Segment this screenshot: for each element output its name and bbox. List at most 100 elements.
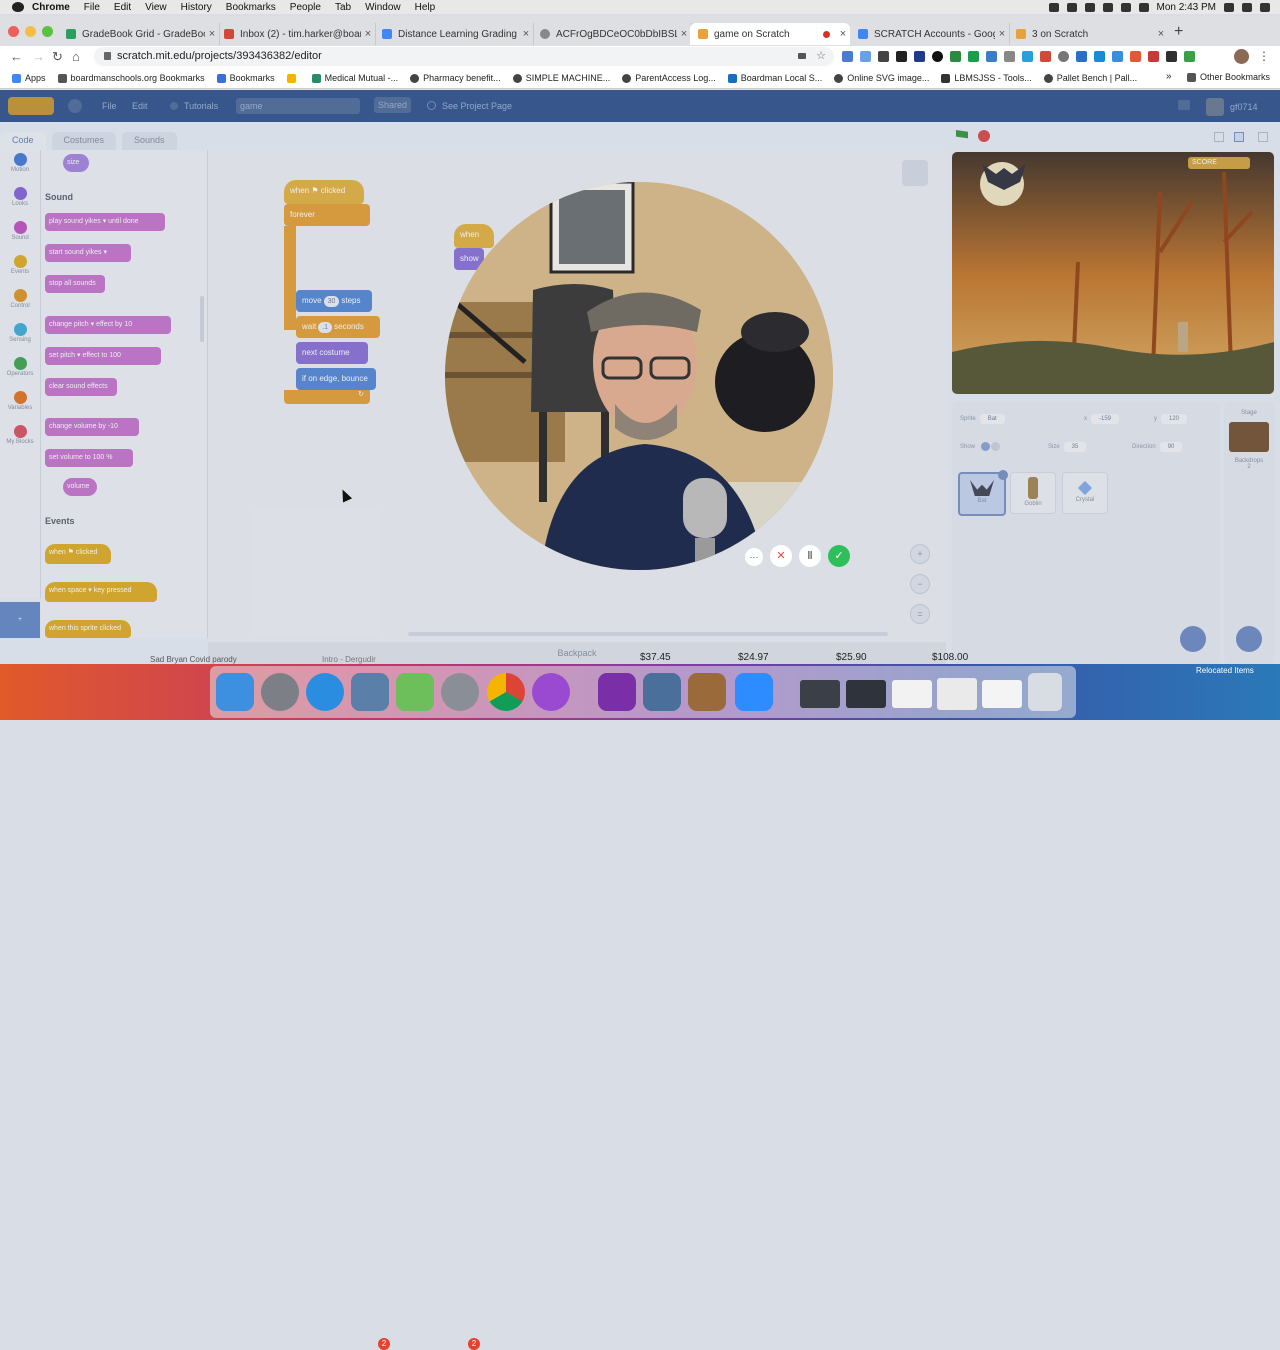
tab-code[interactable]: Code <box>0 132 46 150</box>
screen-icon[interactable] <box>1066 2 1077 12</box>
extension-icon[interactable] <box>1040 51 1051 62</box>
palette-block[interactable]: change pitch ▾ effect by 10 <box>45 316 171 334</box>
bookmark-item[interactable]: ParentAccess Log... <box>622 73 716 83</box>
zoom-in-button[interactable]: + <box>910 544 930 564</box>
normal-stage-icon[interactable] <box>1234 132 1244 142</box>
extension-icon[interactable] <box>1112 51 1123 62</box>
menu-app-name[interactable]: Chrome <box>32 2 70 13</box>
window-thumb-5-icon[interactable] <box>982 680 1022 708</box>
pause-icon[interactable]: ‖ <box>799 545 821 567</box>
extension-icon[interactable] <box>950 51 961 62</box>
scratch-logo[interactable] <box>8 97 54 115</box>
bookmark-item[interactable]: boardmanschools.org Bookmarks <box>57 73 205 83</box>
mic-icon[interactable] <box>1048 2 1059 12</box>
extension-icon[interactable] <box>914 51 925 62</box>
category-events[interactable]: Events <box>0 255 40 286</box>
workspace-scrollbar[interactable] <box>408 632 888 636</box>
notification-icon[interactable] <box>1260 2 1270 12</box>
safari-icon[interactable] <box>306 673 344 711</box>
palette-block[interactable]: change volume by -10 <box>45 418 139 436</box>
palette-block-volume[interactable]: volume <box>63 478 97 496</box>
back-icon[interactable]: ← <box>10 49 23 64</box>
address-bar[interactable]: scratch.mit.edu/projects/393436382/edito… <box>94 47 834 66</box>
extension-icon[interactable] <box>860 51 871 62</box>
browser-tab[interactable]: SCRATCH Accounts - Google D× <box>850 23 1010 45</box>
category-my-blocks[interactable]: My Blocks <box>0 425 40 456</box>
extension-icon[interactable] <box>1004 51 1015 62</box>
menu-file[interactable]: File <box>84 2 100 13</box>
palette-block[interactable]: clear sound effects <box>45 378 117 396</box>
extension-icon[interactable] <box>1094 51 1105 62</box>
scratch-menu-edit[interactable]: Edit <box>132 101 148 111</box>
extension-icon[interactable] <box>878 51 889 62</box>
tab-costumes[interactable]: Costumes <box>51 132 117 150</box>
extension-icon[interactable] <box>1166 51 1177 62</box>
extension-icon[interactable] <box>1058 51 1069 62</box>
siri-icon[interactable] <box>1242 2 1252 12</box>
bookmark-item[interactable]: Medical Mutual -... <box>311 73 398 83</box>
category-looks[interactable]: Looks <box>0 187 40 218</box>
preview-icon[interactable] <box>351 673 389 711</box>
palette-block[interactable]: stop all sounds <box>45 275 105 293</box>
palette-block-when-key[interactable]: when space ▾ key pressed <box>45 582 157 602</box>
script-move-block[interactable]: move 30 steps <box>296 290 372 312</box>
scratch-menu-tutorials[interactable]: Tutorials <box>184 101 218 111</box>
zoom-out-button[interactable]: − <box>910 574 930 594</box>
window-thumb-4-icon[interactable] <box>937 678 977 710</box>
bookmark-item[interactable]: Boardman Local S... <box>727 73 822 83</box>
category-motion[interactable]: Motion <box>0 153 40 184</box>
extension-icon[interactable] <box>1130 51 1141 62</box>
close-tab-icon[interactable]: × <box>677 28 691 40</box>
finder-icon[interactable] <box>216 673 254 711</box>
browser-tab-active[interactable]: game on Scratch × <box>690 23 850 45</box>
close-icon[interactable]: ✕ <box>770 545 792 567</box>
apple-icon[interactable] <box>12 2 24 12</box>
volume-icon[interactable] <box>1138 2 1149 12</box>
show-hidden-icon[interactable] <box>991 442 1001 451</box>
launchpad-icon[interactable] <box>261 673 299 711</box>
script-next-costume-block[interactable]: next costume <box>296 342 368 364</box>
browser-menu-icon[interactable]: ⋮ <box>1258 49 1270 63</box>
fullscreen-icon[interactable] <box>1258 132 1268 142</box>
chrome-icon[interactable] <box>487 673 525 711</box>
see-project-page-button[interactable]: See Project Page <box>442 101 512 111</box>
x-input[interactable]: -159 <box>1091 414 1120 424</box>
add-backdrop-button[interactable] <box>1236 626 1262 652</box>
other-bookmarks[interactable]: Other Bookmarks <box>1186 72 1270 82</box>
close-tab-icon[interactable]: × <box>361 28 375 40</box>
system-preferences-icon[interactable] <box>441 673 479 711</box>
relocated-items-label[interactable]: Relocated Items <box>1196 666 1254 675</box>
bookmarks-overflow-icon[interactable]: » <box>1166 71 1172 82</box>
extension-icon[interactable] <box>1184 51 1195 62</box>
check-icon[interactable]: ✓ <box>828 545 850 567</box>
small-stage-icon[interactable] <box>1214 132 1224 142</box>
category-variables[interactable]: Variables <box>0 391 40 422</box>
menu-history[interactable]: History <box>181 2 212 13</box>
wait-seconds-input[interactable]: .1 <box>318 322 333 333</box>
sprite-name-input[interactable]: Bat <box>979 414 1005 424</box>
user-menu[interactable]: gf0714 <box>1206 98 1258 116</box>
shared-button[interactable]: Shared <box>374 97 412 113</box>
zoom-reset-button[interactable]: = <box>910 604 930 624</box>
menu-people[interactable]: People <box>290 2 321 13</box>
close-tab-icon[interactable]: × <box>836 28 850 40</box>
home-icon[interactable]: ⌂ <box>72 49 80 64</box>
category-control[interactable]: Control <box>0 289 40 320</box>
close-tab-icon[interactable]: × <box>1154 28 1168 40</box>
green-flag-icon[interactable] <box>956 130 968 139</box>
extension-icon[interactable] <box>986 51 997 62</box>
menu-bookmarks[interactable]: Bookmarks <box>226 2 276 13</box>
stop-icon[interactable] <box>978 130 990 142</box>
bookmark-star-icon[interactable]: ☆ <box>816 47 826 66</box>
browser-tab[interactable]: Inbox (2) - tim.harker@boardm× <box>216 23 376 45</box>
guitar-icon[interactable] <box>688 673 726 711</box>
palette-scrollbar[interactable] <box>200 296 204 342</box>
y-input[interactable]: 120 <box>1161 414 1188 424</box>
script-hat-block[interactable]: when ⚑ clicked <box>284 180 364 204</box>
script-bounce-block[interactable]: if on edge, bounce <box>296 368 376 390</box>
bookmark-item[interactable]: Pallet Bench | Pall... <box>1043 73 1137 83</box>
bookmark-item[interactable]: Apps <box>12 73 46 83</box>
extension-icon[interactable] <box>896 51 907 62</box>
timer-icon[interactable] <box>1084 2 1095 12</box>
menu-window[interactable]: Window <box>365 2 401 13</box>
